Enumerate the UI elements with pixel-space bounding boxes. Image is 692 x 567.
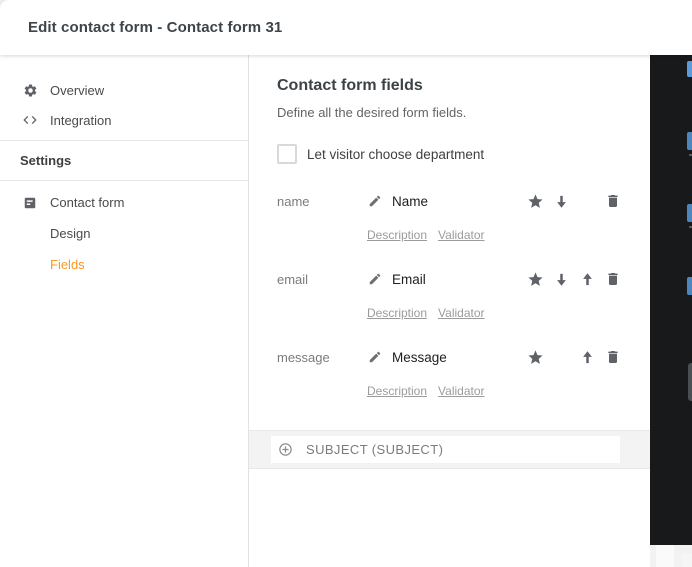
backdrop-fragment <box>687 204 692 222</box>
add-field-button[interactable]: SUBJECT (SUBJECT) <box>271 436 620 463</box>
gear-icon <box>22 82 38 98</box>
code-icon <box>22 112 38 128</box>
form-icon <box>22 195 37 210</box>
required-star-icon[interactable] <box>522 267 548 291</box>
department-checkbox-row[interactable]: Let visitor choose department <box>277 144 626 164</box>
edit-pencil-icon[interactable] <box>367 349 383 365</box>
required-star-icon[interactable] <box>522 189 548 213</box>
contact-form-fields-panel: Contact form fields Define all the desir… <box>249 55 650 567</box>
description-link[interactable]: Description <box>367 228 427 242</box>
sidebar-item-contact-form[interactable]: Contact form <box>0 187 248 218</box>
settings-sidebar: Overview Integration Settings Contact fo… <box>0 55 249 567</box>
sidebar-section-label: Settings <box>20 153 72 168</box>
sidebar-item-label: Integration <box>50 112 112 128</box>
field-key: name <box>277 193 310 209</box>
move-up-icon[interactable] <box>574 267 600 291</box>
description-link[interactable]: Description <box>367 384 427 398</box>
sidebar-item-label: Design <box>50 226 91 241</box>
validator-link[interactable]: Validator <box>438 306 484 320</box>
department-checkbox[interactable] <box>277 144 297 164</box>
field-key: message <box>277 349 330 365</box>
sidebar-item-fields[interactable]: Fields <box>0 249 248 280</box>
field-label: Message <box>392 349 447 365</box>
sidebar-item-label: Contact form <box>50 195 125 210</box>
edit-pencil-icon[interactable] <box>367 271 383 287</box>
field-row: message Message Description Validator <box>277 342 626 398</box>
sidebar-item-label: Overview <box>50 82 105 98</box>
required-star-icon[interactable] <box>522 345 548 369</box>
delete-icon[interactable] <box>600 267 626 291</box>
sidebar-item-design[interactable]: Design <box>0 218 248 249</box>
field-row: name Name Description Validator <box>277 186 626 242</box>
panel-title: Contact form fields <box>277 77 423 94</box>
sidebar-item-overview[interactable]: Overview <box>0 75 248 105</box>
plus-circle-icon <box>277 442 293 458</box>
field-label: Name <box>392 193 429 209</box>
sidebar-item-label-active: Fields <box>50 257 85 272</box>
add-field-label: SUBJECT (SUBJECT) <box>306 442 444 457</box>
edit-pencil-icon[interactable] <box>367 193 383 209</box>
field-label: Email <box>392 271 426 287</box>
department-checkbox-label: Let visitor choose department <box>307 146 485 162</box>
delete-icon[interactable] <box>600 189 626 213</box>
sidebar-item-integration[interactable]: Integration <box>0 105 248 135</box>
modal-header: Edit contact form - Contact form 31 <box>0 0 692 55</box>
add-field-band: SUBJECT (SUBJECT) <box>249 430 650 469</box>
delete-icon[interactable] <box>600 345 626 369</box>
validator-link[interactable]: Validator <box>438 228 484 242</box>
move-down-icon[interactable] <box>548 189 574 213</box>
backdrop-fragment <box>687 132 692 150</box>
page-backdrop <box>650 55 692 567</box>
backdrop-fragment <box>687 61 692 77</box>
backdrop-fragment <box>687 277 692 295</box>
backdrop-bottom-strip <box>650 545 692 567</box>
field-key: email <box>277 271 309 287</box>
description-link[interactable]: Description <box>367 306 427 320</box>
field-rows: name Name Description Validator email Em… <box>277 186 626 398</box>
sidebar-section-settings: Settings <box>0 141 248 181</box>
modal-rounded-corner <box>0 0 10 10</box>
move-down-icon[interactable] <box>548 267 574 291</box>
edit-contact-form-modal: Edit contact form - Contact form 31 Over… <box>0 0 692 567</box>
modal-title: Edit contact form - Contact form 31 <box>28 19 283 36</box>
move-up-icon[interactable] <box>574 345 600 369</box>
validator-link[interactable]: Validator <box>438 384 484 398</box>
field-row: email Email Description Validator <box>277 264 626 320</box>
backdrop-scrollbar-fragment <box>688 363 692 401</box>
panel-subtitle: Define all the desired form fields. <box>277 105 467 120</box>
